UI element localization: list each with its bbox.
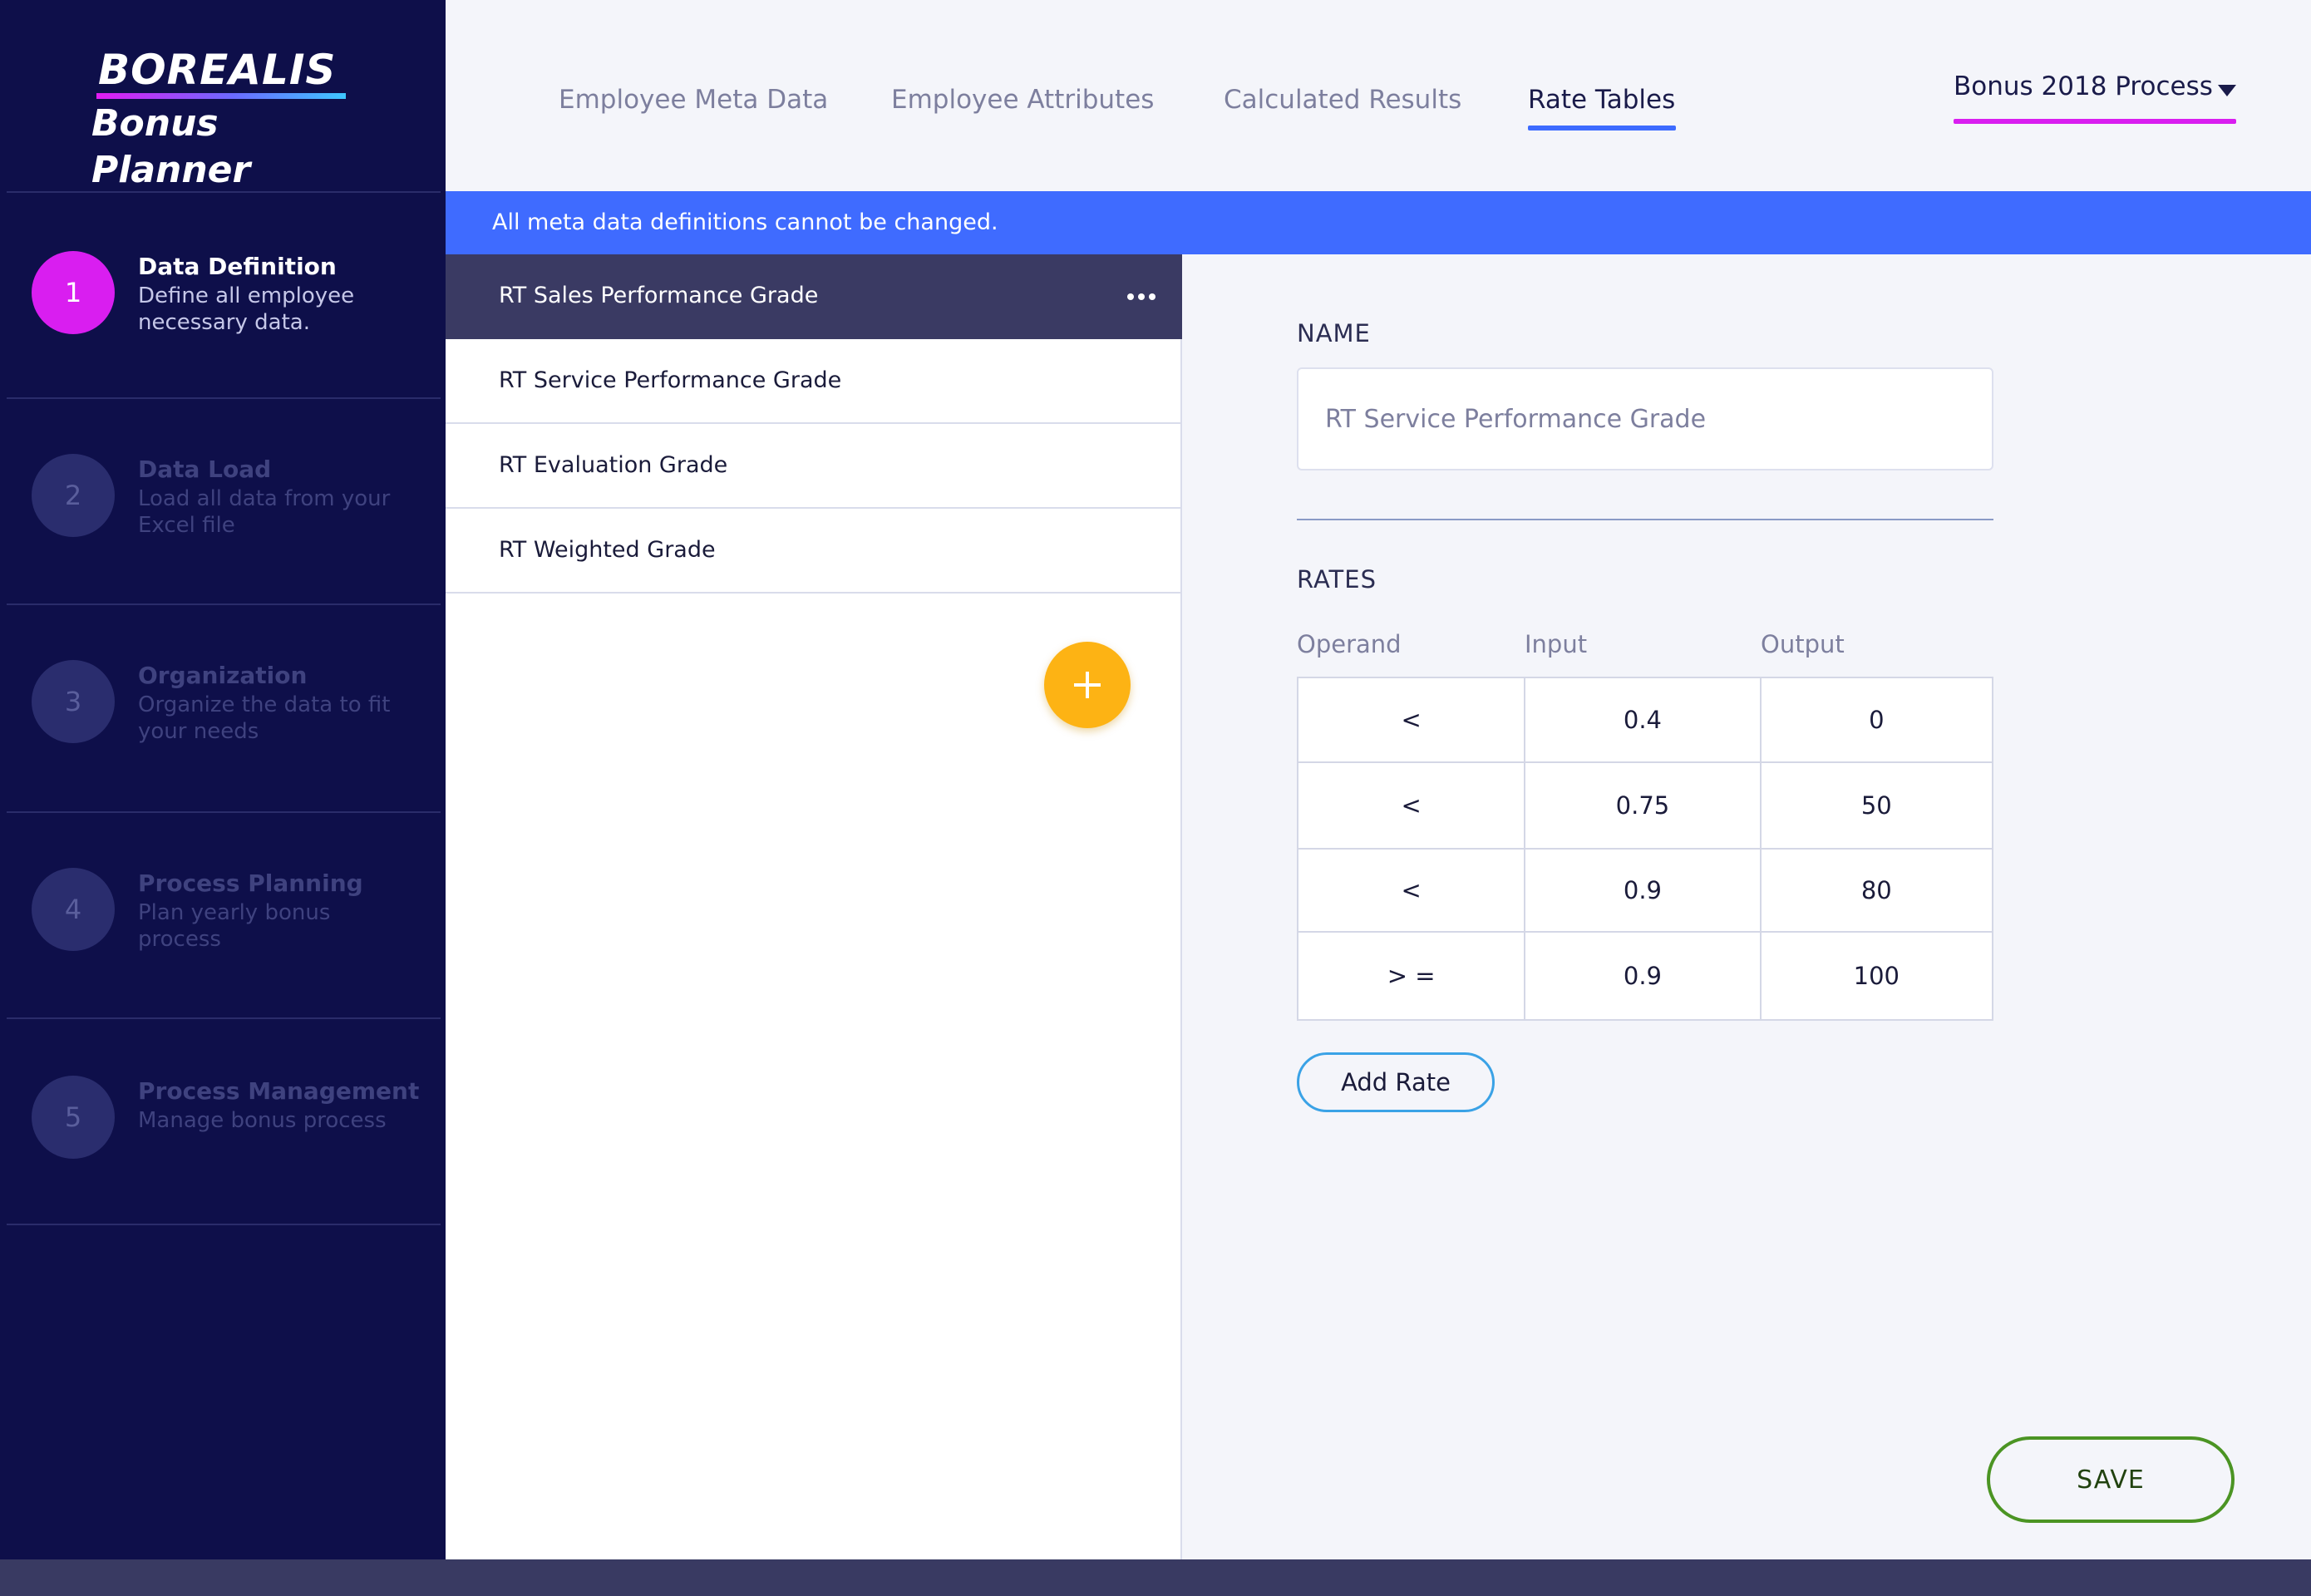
step-title: Data Load [138,456,272,483]
list-item[interactable]: RT Service Performance Grade [446,339,1182,424]
sidebar-divider [7,811,441,813]
input-cell[interactable]: 0.75 [1524,761,1762,850]
step-title: Process Management [138,1077,420,1105]
rates-label: RATES [1297,565,1377,594]
list-item[interactable]: RT Weighted Grade [446,509,1182,594]
list-item-label: RT Weighted Grade [499,537,716,563]
input-cell[interactable]: 0.9 [1524,848,1762,933]
step-description: Load all data from your Excel file [138,486,391,538]
step-number: 1 [32,251,115,334]
info-banner: All meta data definitions cannot be chan… [446,191,2311,254]
table-row: < 0.75 50 [1296,761,1994,850]
sidebar-divider [7,1224,441,1225]
rate-table-list: RT Sales Performance Grade RT Service Pe… [446,254,1182,1559]
section-divider [1297,519,1993,520]
operand-cell[interactable]: < [1296,677,1526,763]
column-header-operand: Operand [1297,630,1402,658]
logo-product: Bonus Planner [91,102,251,191]
step-title: Process Planning [138,869,363,897]
name-input[interactable] [1297,367,1993,470]
sidebar-divider [7,191,441,193]
sidebar-divider [7,397,441,399]
logo-gradient-bar [96,93,346,99]
more-options-icon[interactable] [1127,293,1156,300]
step-description: Organize the data to fit your needs [138,692,391,744]
step-data-definition[interactable]: 1 Data Definition Define all employee ne… [32,234,439,351]
tab-calculated-results[interactable]: Calculated Results [1224,85,1461,115]
table-row: > = 0.9 100 [1296,931,1994,1021]
step-organization[interactable]: 3 Organization Organize the data to fit … [32,643,439,760]
column-header-output: Output [1761,630,1845,658]
input-cell[interactable]: 0.4 [1524,677,1762,763]
operand-cell[interactable]: > = [1296,931,1526,1021]
rates-table: < 0.4 0 < 0.75 50 < 0.9 80 > = 0.9 100 [1296,677,1994,1021]
active-tab-indicator [1528,126,1676,131]
sidebar-divider [7,1017,441,1019]
logo-brand: BOREALIS [98,46,337,94]
step-description: Plan yearly bonus process [138,900,331,952]
table-row: < 0.4 0 [1296,677,1994,763]
step-number: 4 [32,868,115,951]
name-label: NAME [1297,319,1371,347]
step-number: 2 [32,454,115,537]
footer-bar [0,1559,2311,1596]
process-dropdown-underline [1954,119,2236,124]
add-rate-button[interactable]: Add Rate [1297,1052,1495,1112]
tab-employee-meta-data[interactable]: Employee Meta Data [559,85,828,115]
process-dropdown[interactable]: Bonus 2018 Process [1954,71,2236,128]
list-item-label: RT Service Performance Grade [499,367,842,393]
tab-employee-attributes[interactable]: Employee Attributes [891,85,1154,115]
step-data-load[interactable]: 2 Data Load Load all data from your Exce… [32,437,439,554]
output-cell[interactable]: 0 [1759,677,1994,763]
list-item[interactable]: RT Sales Performance Grade [446,254,1182,339]
top-navigation: Employee Meta Data Employee Attributes C… [446,0,2311,191]
save-button[interactable]: SAVE [1987,1436,2235,1523]
step-number: 3 [32,660,115,743]
sidebar: BOREALIS Bonus Planner 1 Data Definition… [0,0,446,1559]
list-item-label: RT Sales Performance Grade [499,283,819,308]
output-cell[interactable]: 50 [1759,761,1994,850]
step-process-management[interactable]: 5 Process Management Manage bonus proces… [32,1059,439,1175]
output-cell[interactable]: 80 [1759,848,1994,933]
app-logo: BOREALIS Bonus Planner [91,47,357,194]
caret-down-icon [2218,85,2236,96]
step-process-planning[interactable]: 4 Process Planning Plan yearly bonus pro… [32,851,439,968]
list-item-label: RT Evaluation Grade [499,452,728,478]
operand-cell[interactable]: < [1296,761,1526,850]
rate-table-detail: NAME RATES Operand Input Output < 0.4 0 … [1182,254,2311,1559]
process-dropdown-value: Bonus 2018 Process [1954,71,2213,101]
add-rate-table-button[interactable] [1044,642,1131,728]
step-title: Organization [138,662,308,689]
step-number: 5 [32,1076,115,1159]
table-row: < 0.9 80 [1296,848,1994,933]
column-header-input: Input [1525,630,1588,658]
step-description: Manage bonus process [138,1108,387,1133]
list-item[interactable]: RT Evaluation Grade [446,424,1182,509]
input-cell[interactable]: 0.9 [1524,931,1762,1021]
sidebar-divider [7,603,441,605]
operand-cell[interactable]: < [1296,848,1526,933]
output-cell[interactable]: 100 [1759,931,1994,1021]
step-description: Define all employee necessary data. [138,283,355,335]
tab-rate-tables[interactable]: Rate Tables [1528,85,1675,115]
step-title: Data Definition [138,253,337,280]
